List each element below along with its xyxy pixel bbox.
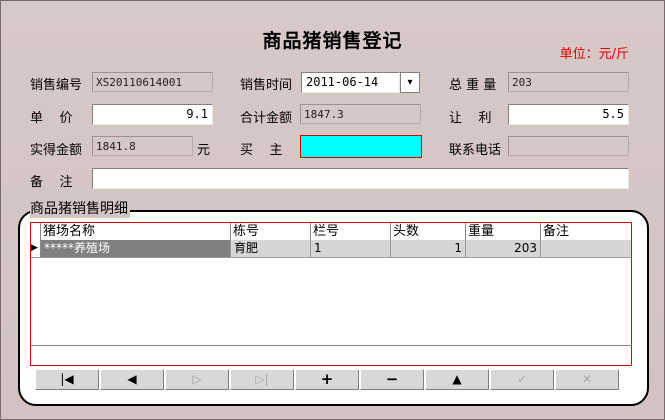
first-record-button[interactable]: |◀ xyxy=(35,369,99,390)
actual-amount-field[interactable]: 1841.8 xyxy=(92,136,193,156)
cell-farm[interactable]: *****养殖场 xyxy=(41,240,231,257)
row-pointer-icon: ▶ xyxy=(31,240,41,257)
sale-no-field[interactable]: XS20110614001 xyxy=(92,72,213,92)
unit-label: 单位：元/斤 xyxy=(559,47,629,62)
sale-no-label: 销售编号 xyxy=(30,78,83,93)
unit-price-label: 单 价 xyxy=(30,111,73,126)
col-pen[interactable]: 栏号 xyxy=(311,223,391,240)
cancel-icon: ✕ xyxy=(581,372,593,386)
col-weight[interactable]: 重量 xyxy=(466,223,541,240)
add-record-button[interactable]: + xyxy=(295,369,359,390)
date-dropdown-button[interactable]: ▾ xyxy=(400,72,420,93)
minus-icon: − xyxy=(385,370,399,388)
col-building[interactable]: 栋号 xyxy=(231,223,311,240)
discount-label: 让 利 xyxy=(449,111,492,126)
total-amount-field[interactable]: 1847.3 xyxy=(300,104,421,124)
col-remark[interactable]: 备注 xyxy=(541,223,631,240)
actual-amount-label: 实得金额 xyxy=(30,143,83,158)
check-icon: ✓ xyxy=(516,372,528,386)
yuan-label: 元 xyxy=(197,143,211,158)
prev-icon: ◀ xyxy=(127,372,137,386)
remark-label: 备 注 xyxy=(30,175,73,190)
cell-remark[interactable] xyxy=(541,240,631,257)
plus-icon: + xyxy=(320,370,334,388)
last-icon: ▷| xyxy=(255,372,269,386)
total-weight-field[interactable]: 203 xyxy=(508,72,629,92)
prev-record-button[interactable]: ◀ xyxy=(100,369,164,390)
unit-price-field[interactable]: 9.1 xyxy=(92,104,213,125)
sale-time-field[interactable]: 2011-06-14 xyxy=(301,72,400,93)
next-record-button[interactable]: ▷ xyxy=(165,369,229,390)
post-record-button[interactable]: ✓ xyxy=(490,369,554,390)
total-weight-label: 总 重 量 xyxy=(449,78,497,93)
last-record-button[interactable]: ▷| xyxy=(230,369,294,390)
cell-count[interactable]: 1 xyxy=(391,240,466,257)
cell-building[interactable]: 育肥 xyxy=(231,240,311,257)
next-icon: ▷ xyxy=(192,372,202,386)
discount-field[interactable]: 5.5 xyxy=(508,104,629,125)
delete-record-button[interactable]: − xyxy=(360,369,424,390)
remark-field[interactable] xyxy=(92,168,629,189)
chevron-down-icon: ▾ xyxy=(407,77,413,88)
detail-title: 商品猪销售明细 xyxy=(30,198,130,218)
up-triangle-icon: ▲ xyxy=(452,372,462,386)
col-farm[interactable]: 猪场名称 xyxy=(41,223,231,240)
table-header: 猪场名称 栋号 栏号 头数 重量 备注 xyxy=(31,223,631,241)
cell-weight[interactable]: 203 xyxy=(466,240,541,257)
table-row[interactable]: *****养殖场 育肥 1 1 203 xyxy=(31,240,631,258)
edit-record-button[interactable]: ▲ xyxy=(425,369,489,390)
cell-pen[interactable]: 1 xyxy=(311,240,391,257)
total-amount-label: 合计金额 xyxy=(240,111,293,126)
table-footer-divider xyxy=(31,345,631,346)
sale-time-label: 销售时间 xyxy=(240,78,293,93)
cancel-record-button[interactable]: ✕ xyxy=(555,369,619,390)
buyer-field[interactable] xyxy=(300,135,422,158)
first-icon: |◀ xyxy=(60,372,74,386)
phone-label: 联系电话 xyxy=(449,143,502,158)
buyer-label: 买 主 xyxy=(240,143,283,158)
detail-table[interactable]: 猪场名称 栋号 栏号 头数 重量 备注 *****养殖场 育肥 1 1 203 … xyxy=(30,222,632,366)
phone-field[interactable] xyxy=(508,136,629,156)
col-count[interactable]: 头数 xyxy=(391,223,466,240)
